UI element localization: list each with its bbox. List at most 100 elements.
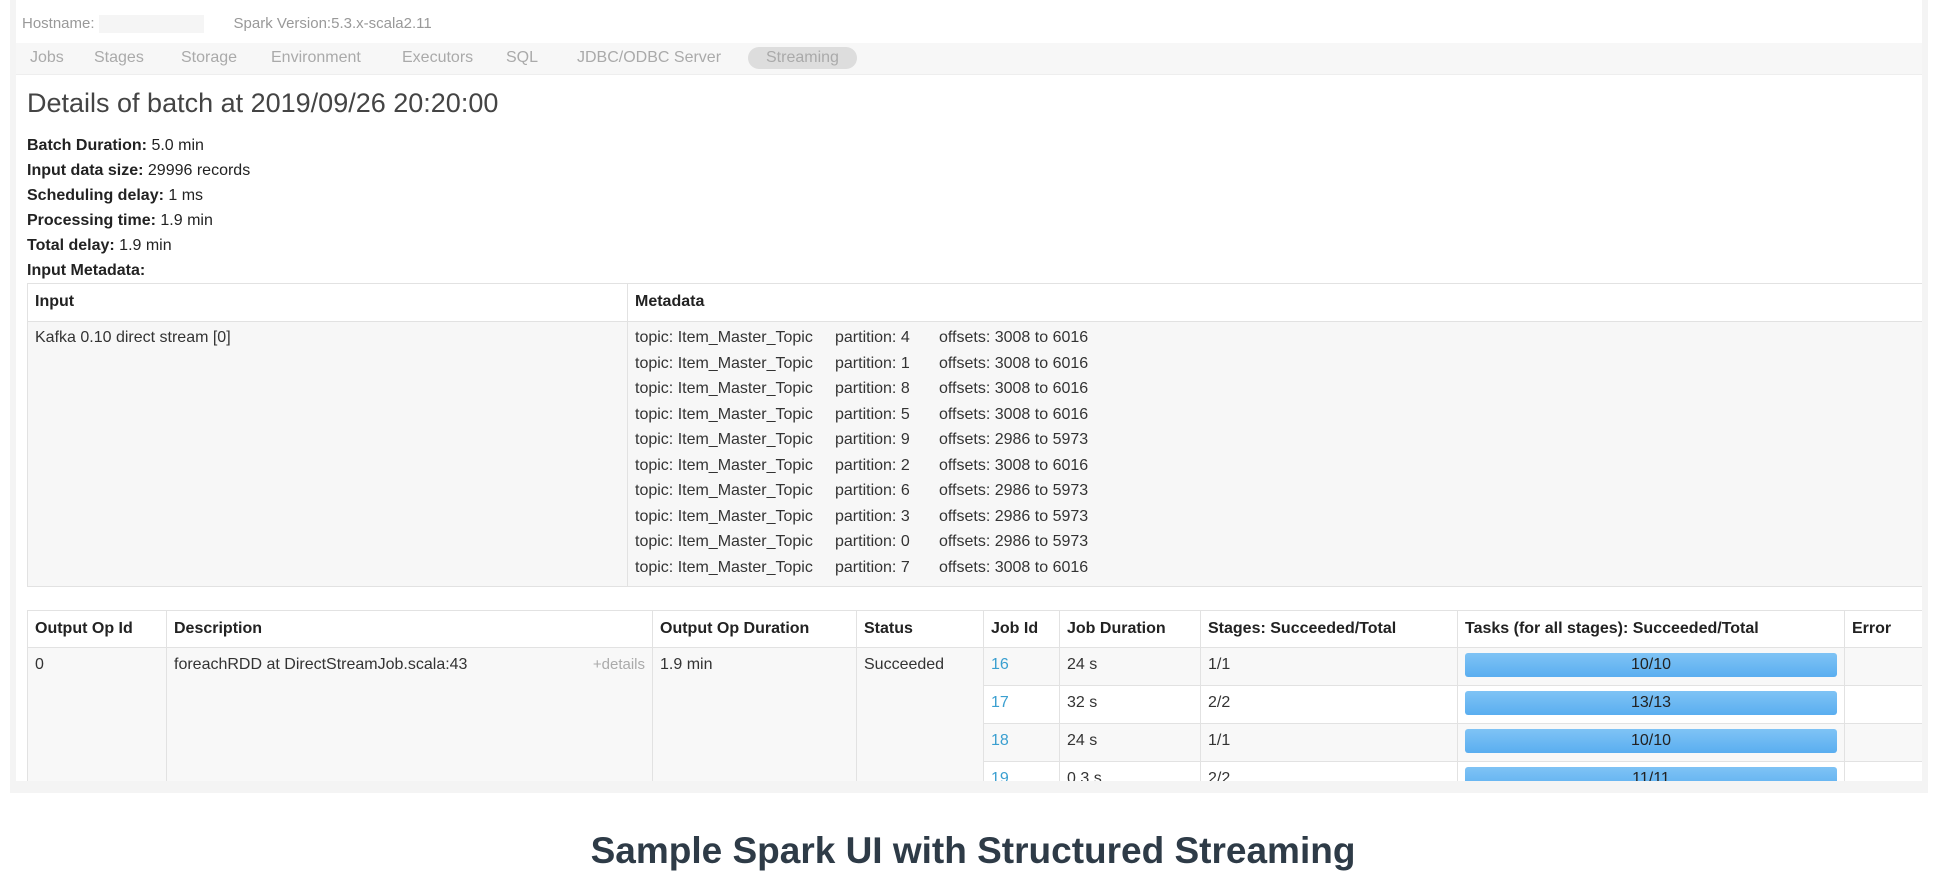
tasks-progress-bar: 10/10 (1465, 653, 1837, 677)
metadata-partition: partition: 7 (835, 558, 910, 576)
job-duration: 24 s (1059, 723, 1201, 762)
metadata-topic: topic: Item_Master_Topic (635, 329, 813, 346)
metadata-partition: partition: 6 (835, 482, 910, 499)
metadata-partition: partition: 4 (835, 329, 910, 346)
metadata-offsets: offsets: 3008 to 6016 (939, 456, 1089, 474)
metadata-offsets: offsets: 2986 to 5973 (939, 431, 1089, 448)
tasks-progress-bar: 13/13 (1465, 691, 1837, 715)
metadata-partition: partition: 0 (835, 533, 910, 550)
hostname-label: Hostname: (22, 15, 95, 32)
details-toggle[interactable]: +details (593, 656, 645, 673)
col-output-op-duration: Output Op Duration (652, 610, 857, 648)
col-description: Description (166, 610, 653, 648)
job-stages: 1/1 (1200, 647, 1458, 686)
job-duration: 24 s (1059, 647, 1201, 686)
batch-duration: Batch Duration: 5.0 min (27, 137, 204, 154)
col-tasks: Tasks (for all stages): Succeeded/Total (1457, 610, 1845, 648)
col-stages: Stages: Succeeded/Total (1200, 610, 1458, 648)
metadata-topic: topic: Item_Master_Topic (635, 456, 813, 474)
output-op-id: 0 (27, 647, 167, 781)
job-stages: 2/2 (1200, 761, 1458, 781)
hostname-value-redacted (98, 15, 204, 34)
metadata-offsets: offsets: 2986 to 5973 (939, 507, 1089, 525)
metadata-offsets: offsets: 3008 to 6016 (939, 329, 1089, 346)
job-error (1844, 685, 1922, 724)
tab-jdbc-odbc-server[interactable]: JDBC/ODBC Server (577, 49, 721, 67)
job-error (1844, 647, 1922, 686)
job-link[interactable]: 19 (991, 770, 1009, 781)
tab-environment[interactable]: Environment (271, 49, 361, 67)
metadata-offsets: offsets: 3008 to 6016 (939, 380, 1089, 397)
spark-ui-window: Hostname: Spark Version:5.3.x-scala2.11 J… (10, 0, 1928, 793)
description: foreachRDD at DirectStreamJob.scala:43 +d… (166, 647, 653, 781)
metadata-partition: partition: 1 (835, 354, 910, 372)
tasks-progress-bar: 10/10 (1465, 729, 1837, 753)
job-duration: 0.3 s (1059, 761, 1201, 781)
metadata-offsets: offsets: 3008 to 6016 (939, 558, 1089, 576)
metadata-line: topic: Item_Master_Topic partition: 4 offs… (635, 325, 1915, 351)
col-output-op-id: Output Op Id (27, 610, 167, 648)
job-error (1844, 723, 1922, 762)
output-op-duration: 1.9 min (652, 647, 857, 781)
job-link[interactable]: 18 (991, 732, 1009, 749)
metadata-topic: topic: Item_Master_Topic (635, 482, 813, 499)
tab-sql[interactable]: SQL (506, 49, 538, 67)
metadata-offsets: offsets: 2986 to 5973 (939, 482, 1089, 499)
job-error (1844, 761, 1922, 781)
metadata-topic: topic: Item_Master_Topic (635, 558, 813, 576)
metadata-line: topic: Item_Master_Topic partition: 3 offs… (635, 504, 1915, 530)
input-data-size: Input data size: 29996 records (27, 162, 251, 179)
output-ops-table: Output Op Id Description Output Op Durat… (27, 610, 1922, 781)
processing-time: Processing time: 1.9 min (27, 212, 213, 229)
metadata-line: topic: Item_Master_Topic partition: 8 offs… (635, 376, 1915, 402)
col-status: Status (856, 610, 984, 648)
metadata-line: topic: Item_Master_Topic partition: 7 offs… (635, 555, 1915, 581)
scheduling-delay: Scheduling delay: 1 ms (27, 187, 204, 204)
metadata-topic: topic: Item_Master_Topic (635, 354, 813, 372)
header-bar: Hostname: Spark Version:5.3.x-scala2.11 (22, 15, 432, 34)
job-stages: 1/1 (1200, 723, 1458, 762)
job-stages: 2/2 (1200, 685, 1458, 724)
input-name: Kafka 0.10 direct stream [0] (27, 321, 628, 587)
metadata-line: topic: Item_Master_Topic partition: 2 offs… (635, 453, 1915, 479)
job-link[interactable]: 16 (991, 656, 1009, 673)
job-duration: 32 s (1059, 685, 1201, 724)
input-metadata-label: Input Metadata: (27, 262, 146, 279)
metadata-list: topic: Item_Master_Topic partition: 4 offs… (627, 321, 1922, 587)
col-metadata: Metadata (627, 283, 1922, 322)
col-input: Input (27, 283, 628, 322)
tab-storage[interactable]: Storage (181, 49, 237, 67)
col-error: Error (1844, 610, 1922, 648)
col-job-duration: Job Duration (1059, 610, 1201, 648)
metadata-line: topic: Item_Master_Topic partition: 5 offs… (635, 402, 1915, 428)
tab-jobs[interactable]: Jobs (30, 49, 64, 67)
tab-stages[interactable]: Stages (94, 49, 144, 67)
metadata-topic: topic: Item_Master_Topic (635, 380, 813, 397)
metadata-topic: topic: Item_Master_Topic (635, 431, 813, 448)
metadata-offsets: offsets: 3008 to 6016 (939, 405, 1089, 423)
metadata-partition: partition: 2 (835, 456, 910, 474)
metadata-line: topic: Item_Master_Topic partition: 6 offs… (635, 478, 1915, 504)
metadata-offsets: offsets: 2986 to 5973 (939, 533, 1089, 550)
job-link[interactable]: 17 (991, 694, 1009, 711)
tab-executors[interactable]: Executors (402, 49, 473, 67)
tasks-progress-bar: 11/11 (1465, 767, 1837, 781)
spark-version: Spark Version:5.3.x-scala2.11 (233, 15, 432, 32)
metadata-topic: topic: Item_Master_Topic (635, 533, 813, 550)
input-metadata-table: Input Metadata Kafka 0.10 direct stream [… (27, 283, 1922, 587)
metadata-partition: partition: 3 (835, 507, 910, 525)
metadata-topic: topic: Item_Master_Topic (635, 405, 813, 423)
status: Succeeded (856, 647, 984, 781)
page-title: Details of batch at 2019/09/26 20:20:00 (27, 88, 499, 118)
metadata-partition: partition: 5 (835, 405, 910, 423)
tab-streaming[interactable]: Streaming (748, 47, 857, 69)
total-delay: Total delay: 1.9 min (27, 237, 172, 254)
metadata-topic: topic: Item_Master_Topic (635, 507, 813, 525)
batch-info: Batch Duration: 5.0 min Input data size:… (27, 133, 250, 283)
table-row: 0 foreachRDD at DirectStreamJob.scala:43… (27, 647, 1922, 781)
metadata-line: topic: Item_Master_Topic partition: 9 offs… (635, 427, 1915, 453)
metadata-partition: partition: 9 (835, 431, 910, 448)
metadata-partition: partition: 8 (835, 380, 910, 397)
metadata-line: topic: Item_Master_Topic partition: 0 offs… (635, 529, 1915, 555)
metadata-offsets: offsets: 3008 to 6016 (939, 354, 1089, 372)
